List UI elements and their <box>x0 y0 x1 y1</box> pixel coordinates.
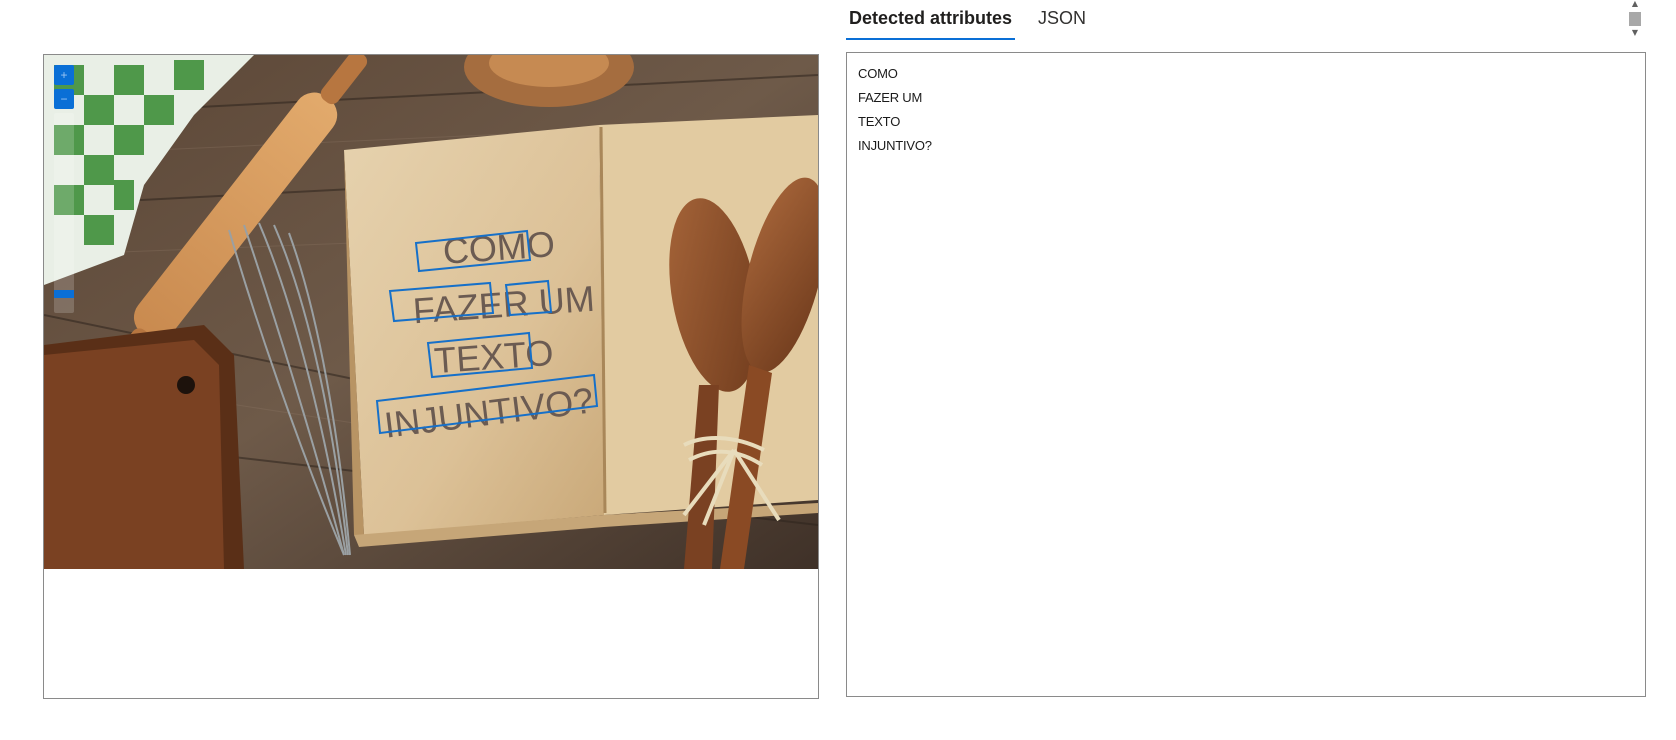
detected-line: FAZER UM <box>858 90 923 105</box>
analyzed-image: COMO FAZER UM TEXTO INJUNTIVO? <box>44 55 818 569</box>
detected-line: INJUNTIVO? <box>858 138 932 153</box>
scroll-down-arrow-icon[interactable]: ▼ <box>1630 29 1640 37</box>
zoom-in-button[interactable]: + <box>54 65 74 85</box>
zoom-slider-track[interactable] <box>54 113 74 313</box>
svg-text:COMO: COMO <box>442 223 557 272</box>
tab-json[interactable]: JSON <box>1035 0 1089 42</box>
page-scrollbar[interactable]: ▲ ▼ <box>1628 0 1642 40</box>
zoom-slider-thumb[interactable] <box>54 290 74 298</box>
zoom-control[interactable]: + − <box>52 63 76 335</box>
tab-detected-attributes[interactable]: Detected attributes <box>846 0 1016 42</box>
detected-line: TEXTO <box>858 114 901 129</box>
detected-line: COMO <box>858 66 898 81</box>
zoom-in-icon: + <box>60 68 68 82</box>
scroll-up-arrow-icon[interactable]: ▲ <box>1630 0 1640 8</box>
detected-attributes-panel: COMO FAZER UM TEXTO INJUNTIVO? <box>846 52 1646 697</box>
zoom-out-button[interactable]: − <box>54 89 74 109</box>
svg-text:TEXTO: TEXTO <box>433 332 555 381</box>
zoom-out-icon: − <box>60 92 68 106</box>
scrollbar-thumb[interactable] <box>1629 12 1641 26</box>
result-tabs: Detected attributes JSON <box>846 0 1109 42</box>
image-viewer: COMO FAZER UM TEXTO INJUNTIVO? + − <box>43 54 819 699</box>
